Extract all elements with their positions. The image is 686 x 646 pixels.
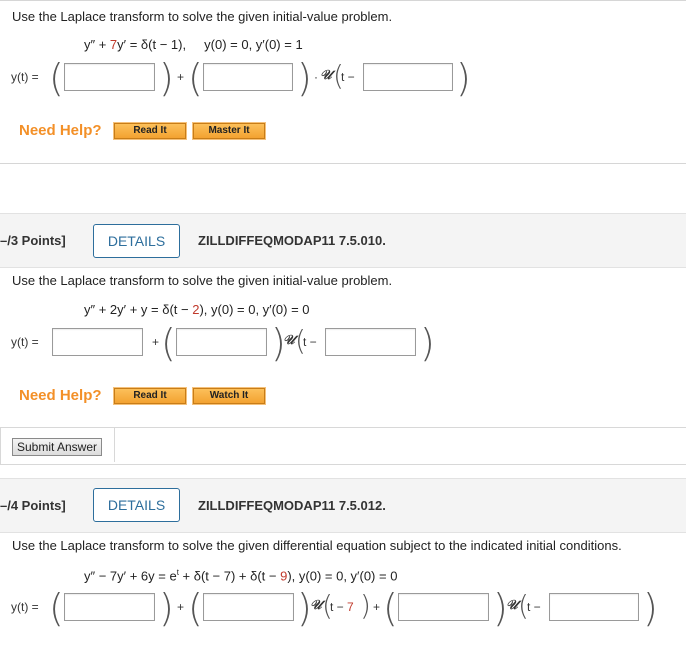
unit-step-symbol: 𝒰 xyxy=(506,598,518,613)
problem3-equation: y″ − 7y′ + 6y = et + δ(t − 7) + δ(t − 9)… xyxy=(84,568,398,584)
problem3-question-id: ZILLDIFFEQMODAP11 7.5.012. xyxy=(198,498,386,513)
right-paren: ) xyxy=(159,56,174,100)
problem2-answer-3[interactable] xyxy=(325,328,416,356)
need-help-label: Need Help? xyxy=(19,387,102,404)
t-minus: t − 7 xyxy=(330,600,354,614)
problem3-answer-2[interactable] xyxy=(203,593,294,621)
problem3-answer-1[interactable] xyxy=(64,593,155,621)
right-paren: ) xyxy=(297,56,312,100)
dot-operator: · xyxy=(314,70,318,84)
top-divider xyxy=(0,0,686,1)
unit-step-symbol: 𝒰 xyxy=(283,333,295,348)
problem1-prompt: Use the Laplace transform to solve the g… xyxy=(12,9,393,24)
problem1-answer-3[interactable] xyxy=(363,63,453,91)
problem3-answer-3[interactable] xyxy=(398,593,489,621)
t-minus: t − xyxy=(303,335,317,349)
problem1-answer-2[interactable] xyxy=(203,63,293,91)
need-help-label: Need Help? xyxy=(19,122,102,139)
t-minus: t − xyxy=(341,70,355,84)
plus-sign: + xyxy=(152,335,160,349)
plus-sign: + xyxy=(373,600,381,614)
right-paren: ) xyxy=(643,586,658,630)
left-paren: ( xyxy=(383,586,398,630)
problem2-points: –/3 Points] xyxy=(0,233,66,248)
left-paren: ( xyxy=(188,586,203,630)
problem1-answer-1[interactable] xyxy=(64,63,155,91)
submit-answer-button[interactable]: Submit Answer xyxy=(12,438,102,456)
left-paren: ( xyxy=(49,56,64,100)
master-it-button[interactable]: Master It xyxy=(192,122,266,140)
problem2-answer-1[interactable] xyxy=(52,328,143,356)
left-paren: ( xyxy=(49,586,64,630)
problem3-answer-4[interactable] xyxy=(549,593,639,621)
problem2-question-id: ZILLDIFFEQMODAP11 7.5.010. xyxy=(198,233,386,248)
right-paren: ) xyxy=(159,586,174,630)
problem3-details-button[interactable]: DETAILS xyxy=(93,488,180,522)
t-minus: t − xyxy=(527,600,541,614)
right-paren: ) xyxy=(456,56,471,100)
unit-step-symbol: 𝒰 xyxy=(320,68,332,83)
problem2-equation: y″ + 2y′ + y = δ(t − 2), y(0) = 0, y′(0)… xyxy=(84,302,310,317)
read-it-button[interactable]: Read It xyxy=(113,122,187,140)
problem1-equation: y″ + 7y′ = δ(t − 1), y(0) = 0, y′(0) = 1 xyxy=(84,37,303,52)
section-divider xyxy=(0,163,686,164)
right-paren: ) xyxy=(360,589,371,622)
problem2-prompt: Use the Laplace transform to solve the g… xyxy=(12,273,393,288)
right-paren: ) xyxy=(420,321,435,365)
problem2-answer-2[interactable] xyxy=(176,328,267,356)
plus-sign: + xyxy=(177,600,185,614)
t-shift-value: 7 xyxy=(347,600,354,614)
problem3-y-label: y(t) = xyxy=(11,600,39,614)
left-paren: ( xyxy=(188,56,203,100)
plus-sign: + xyxy=(177,70,185,84)
problem2-y-label: y(t) = xyxy=(11,335,39,349)
unit-step-symbol: 𝒰 xyxy=(310,598,322,613)
read-it-button[interactable]: Read It xyxy=(113,387,187,405)
left-paren: ( xyxy=(161,321,176,365)
problem2-details-button[interactable]: DETAILS xyxy=(93,224,180,258)
problem1-y-label: y(t) = xyxy=(11,70,39,84)
problem3-prompt: Use the Laplace transform to solve the g… xyxy=(12,538,622,553)
watch-it-button[interactable]: Watch It xyxy=(192,387,266,405)
problem3-points: –/4 Points] xyxy=(0,498,66,513)
